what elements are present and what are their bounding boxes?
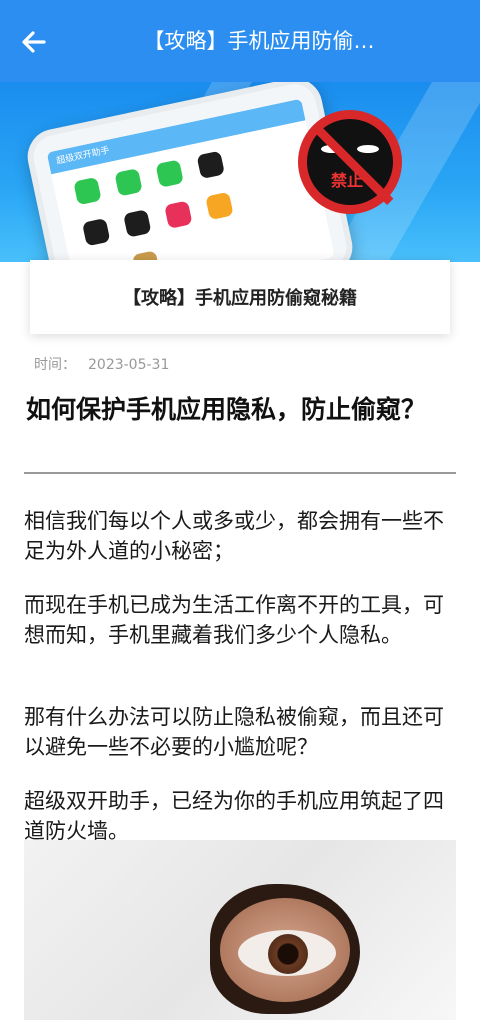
top-app-bar: 【攻略】手机应用防偷…: [0, 0, 480, 82]
article-paragraph: 相信我们每以个人或多或少，都会拥有一些不足为外人道的小秘密；: [24, 509, 444, 563]
title-card: 【攻略】手机应用防偷窥秘籍: [30, 260, 450, 334]
no-peeking-sign: 禁止: [298, 110, 402, 214]
ban-sign-text: 禁止: [331, 171, 364, 190]
publish-date: 时间： 2023-05-31: [34, 354, 181, 374]
date-value: 2023-05-31: [88, 357, 170, 373]
article-paragraph: 而现在手机已成为生活工作离不开的工具，可想而知，手机里藏着我们多少个人隐私。: [24, 593, 444, 647]
page-title: 【攻略】手机应用防偷…: [143, 29, 375, 53]
peeking-eye-image: [24, 840, 456, 1020]
arrow-left-icon: [22, 31, 46, 53]
article-paragraph: 那有什么办法可以防止隐私被偷窥，而且还可以避免一些不必要的小尴尬呢？: [24, 705, 444, 759]
back-button[interactable]: [14, 22, 54, 62]
banner-image: 超级双开助手 禁止: [0, 82, 480, 262]
article-paragraph: 超级双开助手，已经为你的手机应用筑起了四道防火墙。: [24, 789, 444, 843]
time-label: 时间：: [34, 357, 76, 373]
heading-divider: [24, 472, 456, 474]
card-title: 【攻略】手机应用防偷窥秘籍: [123, 288, 357, 309]
article-heading: 如何保护手机应用隐私，防止偷窥？: [26, 395, 427, 424]
